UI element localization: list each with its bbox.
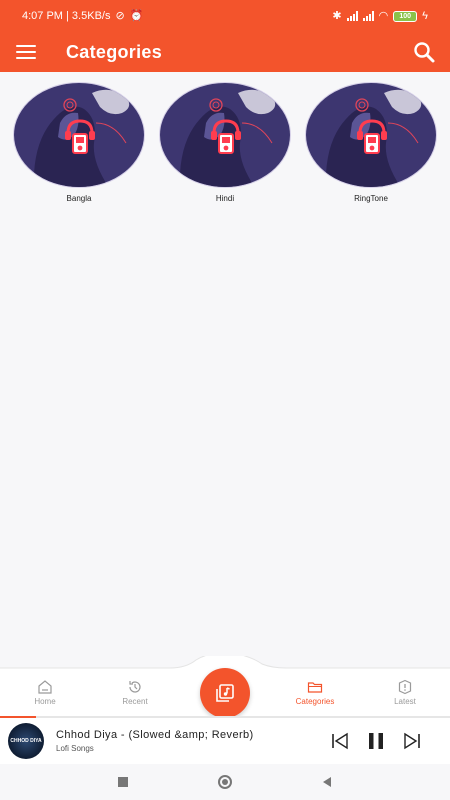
- player-controls: [330, 731, 422, 751]
- pause-icon[interactable]: [366, 731, 386, 751]
- signal-icon: [346, 11, 358, 21]
- category-label: RingTone: [354, 194, 388, 203]
- page-title: Categories: [66, 41, 163, 62]
- bluetooth-icon: ✱: [332, 9, 342, 22]
- back-icon[interactable]: [319, 774, 335, 790]
- no-sim-icon: ⊘: [115, 9, 125, 22]
- bottom-area: Home Recent Categories Latest CHHOD DIYA…: [0, 656, 450, 800]
- music-library-icon: [216, 684, 234, 702]
- album-art-text: CHHOD DIYA: [10, 737, 42, 744]
- history-icon: [129, 680, 141, 693]
- nav-latest-label: Latest: [394, 696, 416, 706]
- charging-icon: ϟ: [422, 9, 428, 22]
- status-right: ✱ ◠ 100 ϟ: [332, 9, 428, 22]
- track-info: Chhod Diya - (Slowed &amp; Reverb) Lofi …: [56, 729, 306, 753]
- recents-icon[interactable]: [115, 774, 131, 790]
- headphones-music-illustration: [306, 83, 436, 187]
- category-item-ringtone[interactable]: RingTone: [303, 82, 439, 203]
- category-thumbnail: [305, 82, 437, 188]
- next-icon[interactable]: [402, 731, 422, 751]
- home-button-icon[interactable]: [217, 774, 233, 790]
- search-icon[interactable]: [412, 40, 436, 64]
- headphones-music-illustration: [160, 83, 290, 187]
- folder-icon: [307, 681, 323, 693]
- category-item-bangla[interactable]: Bangla: [11, 82, 147, 203]
- category-label: Bangla: [66, 194, 92, 203]
- previous-icon[interactable]: [330, 731, 350, 751]
- nav-home[interactable]: Home: [0, 668, 90, 716]
- nav-home-label: Home: [34, 696, 56, 706]
- track-title: Chhod Diya - (Slowed &amp; Reverb): [56, 729, 254, 741]
- nav-recent-label: Recent: [122, 696, 148, 706]
- headphones-music-illustration: [14, 83, 144, 187]
- battery-icon: 100: [393, 10, 418, 22]
- alarm-icon: ⏰: [129, 9, 144, 22]
- status-time: 4:07 PM | 3.5KB/s: [22, 10, 111, 22]
- status-bar: 4:07 PM | 3.5KB/s ⊘ ⏰ ✱ ◠ 100 ϟ: [0, 0, 450, 32]
- album-art: CHHOD DIYA: [8, 723, 44, 759]
- mini-player[interactable]: CHHOD DIYA Chhod Diya - (Slowed &amp; Re…: [0, 718, 450, 764]
- nav-categories-label: Categories: [295, 696, 335, 706]
- category-grid: Bangla Hindi RingTone: [0, 82, 450, 203]
- category-thumbnail: [159, 82, 291, 188]
- battery-level: 100: [399, 12, 412, 20]
- nav-categories[interactable]: Categories: [270, 668, 360, 716]
- wifi-icon: ◠: [378, 9, 389, 22]
- status-left: 4:07 PM | 3.5KB/s ⊘ ⏰: [22, 10, 143, 22]
- signal-icon-2: [362, 11, 374, 21]
- home-icon: [38, 679, 52, 694]
- nav-recent[interactable]: Recent: [90, 668, 180, 716]
- category-thumbnail: [13, 82, 145, 188]
- category-label: Hindi: [215, 194, 235, 203]
- track-artist: Lofi Songs: [56, 744, 94, 753]
- nav-latest[interactable]: Latest: [360, 668, 450, 716]
- hamburger-menu-icon[interactable]: [16, 45, 36, 59]
- alert-icon: [398, 679, 412, 694]
- category-item-hindi[interactable]: Hindi: [157, 82, 293, 203]
- system-nav-bar: [0, 764, 450, 800]
- app-bar: Categories: [0, 32, 450, 72]
- music-library-fab[interactable]: [200, 668, 250, 718]
